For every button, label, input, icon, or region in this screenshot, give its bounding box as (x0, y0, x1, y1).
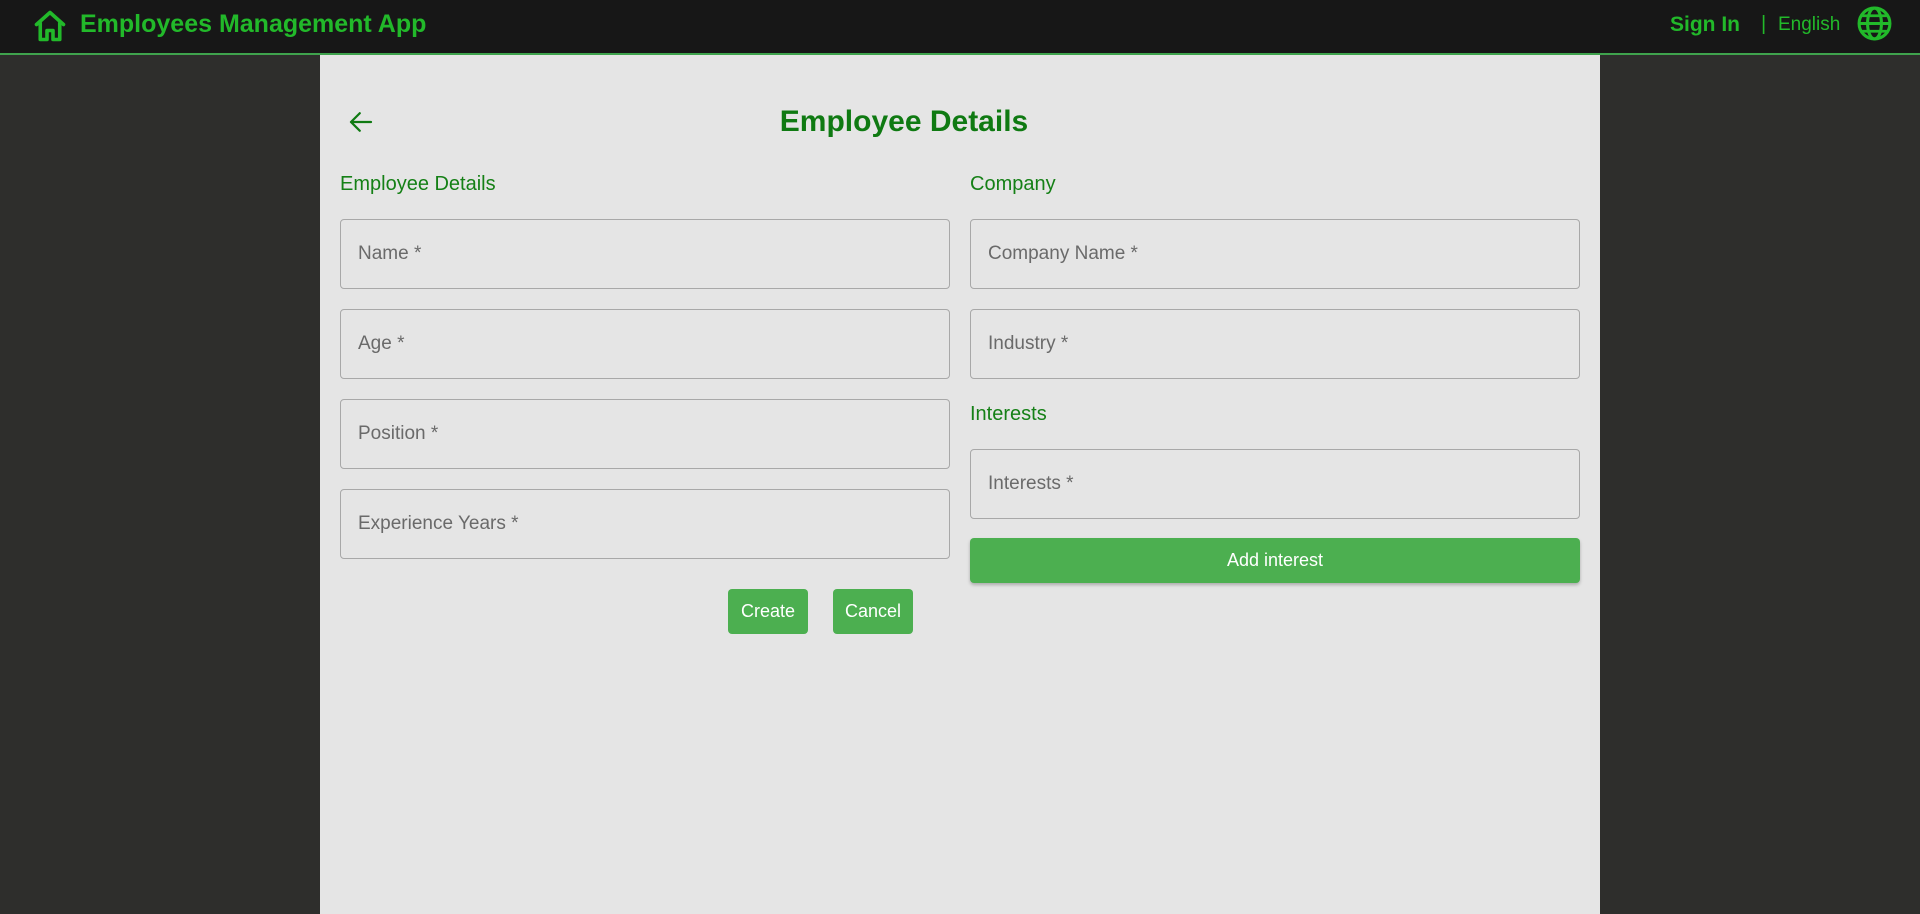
position-field (340, 399, 950, 469)
interests-section-label: Interests (970, 403, 1047, 425)
company-name-input[interactable] (971, 220, 1579, 288)
separator: | (1761, 13, 1767, 35)
name-field (340, 219, 950, 289)
company-name-field (970, 219, 1580, 289)
globe-icon[interactable] (1856, 5, 1893, 42)
position-input[interactable] (341, 400, 949, 468)
employee-section-label: Employee Details (340, 173, 496, 195)
name-input[interactable] (341, 220, 949, 288)
sign-in-link[interactable]: Sign In (1670, 13, 1740, 37)
create-button[interactable]: Create (728, 589, 808, 634)
top-navbar: Employees Management App Sign In | Engli… (0, 0, 1920, 55)
app-title: Employees Management App (80, 10, 427, 38)
interests-field (970, 449, 1580, 519)
company-section-label: Company (970, 173, 1056, 195)
industry-input[interactable] (971, 310, 1579, 378)
industry-field (970, 309, 1580, 379)
interests-input[interactable] (971, 450, 1579, 518)
experience-years-field (340, 489, 950, 559)
home-icon[interactable] (32, 8, 68, 44)
age-input[interactable] (341, 310, 949, 378)
employee-form-panel: Employee Details Employee Details Create… (320, 55, 1600, 914)
age-field (340, 309, 950, 379)
cancel-button[interactable]: Cancel (833, 589, 913, 634)
page-title: Employee Details (779, 105, 1029, 138)
language-selector[interactable]: English (1778, 14, 1840, 36)
add-interest-button[interactable]: Add interest (970, 538, 1580, 583)
experience-years-input[interactable] (341, 490, 949, 558)
